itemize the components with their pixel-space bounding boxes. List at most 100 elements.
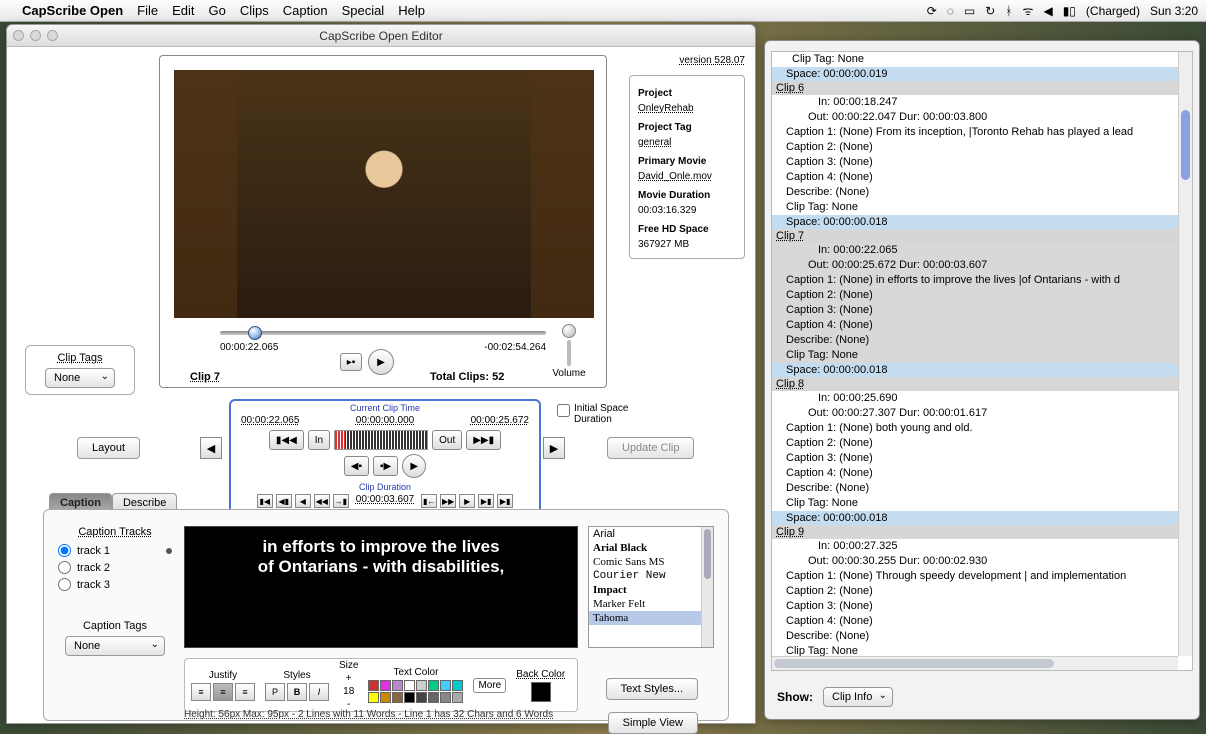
menu-caption[interactable]: Caption xyxy=(283,3,328,18)
out-button[interactable]: Out xyxy=(432,430,462,450)
clip-caption1[interactable]: Caption 1: (None) in efforts to improve … xyxy=(772,273,1178,288)
nudge-8[interactable]: ▶ xyxy=(459,494,475,508)
font-courier[interactable]: Courier New xyxy=(589,569,713,583)
step-back-button[interactable]: ◀▪ xyxy=(344,456,369,476)
clip-tags-select[interactable]: None xyxy=(45,368,115,388)
nudge-6[interactable]: ▮← xyxy=(421,494,437,508)
goto-start-button[interactable]: ▮◀◀ xyxy=(269,430,304,450)
statusbar-display-icon[interactable]: ▭ xyxy=(964,4,975,18)
nudge-4[interactable]: ◀◀ xyxy=(314,494,330,508)
clip-out-row[interactable]: Out: 00:00:22.047 Dur: 00:00:03.800 xyxy=(772,110,1178,125)
menu-clips[interactable]: Clips xyxy=(240,3,269,18)
timeline-slider[interactable] xyxy=(220,328,546,338)
style-bold[interactable]: B xyxy=(287,683,307,701)
nudge-2[interactable]: ◀▮ xyxy=(276,494,292,508)
menu-go[interactable]: Go xyxy=(209,3,226,18)
clip-in-row[interactable]: In: 00:00:27.325 xyxy=(772,539,1178,554)
clip-header[interactable]: Clip 9 xyxy=(772,525,1178,539)
nudge-9[interactable]: ▶▮ xyxy=(478,494,494,508)
clip-caption4[interactable]: Caption 4: (None) xyxy=(772,170,1178,185)
font-tahoma[interactable]: Tahoma xyxy=(589,611,713,625)
space-row[interactable]: Space: 00:00:00.018 xyxy=(772,215,1178,229)
track1-option[interactable]: track 1 xyxy=(58,544,172,557)
track2-radio[interactable] xyxy=(58,561,71,574)
step-fwd-button[interactable]: ▪▶ xyxy=(373,456,398,476)
caption-tags-select[interactable]: None xyxy=(65,636,165,656)
in-button[interactable]: In xyxy=(308,430,330,450)
statusbar-battery-icon[interactable]: ▮▯ xyxy=(1063,4,1076,18)
clip-caption2[interactable]: Caption 2: (None) xyxy=(772,288,1178,303)
nudge-1[interactable]: ▮◀ xyxy=(257,494,273,508)
font-arial-black[interactable]: Arial Black xyxy=(589,541,713,555)
next-clip-button[interactable]: ▶ xyxy=(543,437,565,459)
track3-radio[interactable] xyxy=(58,578,71,591)
size-plus[interactable]: + xyxy=(346,673,352,684)
statusbar-timemachine-icon[interactable]: ↻ xyxy=(985,4,995,18)
clip-header[interactable]: Clip 7 xyxy=(772,229,1178,243)
clip-out-row[interactable]: Out: 00:00:25.672 Dur: 00:00:03.607 xyxy=(772,258,1178,273)
waveform-view[interactable] xyxy=(334,430,428,450)
clip-describe[interactable]: Describe: (None) xyxy=(772,333,1178,348)
statusbar-sync-icon[interactable]: ⟳ xyxy=(927,4,937,18)
clip-header[interactable]: Clip 8 xyxy=(772,377,1178,391)
simple-view-button[interactable]: Simple View xyxy=(608,712,698,734)
text-color-swatches[interactable] xyxy=(368,680,463,703)
statusbar-clock[interactable]: Sun 3:20 xyxy=(1150,4,1198,18)
font-scrollbar[interactable] xyxy=(701,527,713,647)
clip-in-row[interactable]: In: 00:00:22.065 xyxy=(772,243,1178,258)
clip-describe[interactable]: Describe: (None) xyxy=(772,629,1178,644)
clip-caption3[interactable]: Caption 3: (None) xyxy=(772,599,1178,614)
step-button[interactable]: ▸▪ xyxy=(340,353,362,371)
font-arial[interactable]: Arial xyxy=(589,527,713,541)
clip-list-vscrollbar[interactable] xyxy=(1178,52,1192,656)
clip-caption3[interactable]: Caption 3: (None) xyxy=(772,451,1178,466)
volume-track[interactable] xyxy=(567,340,571,366)
statusbar-chat-icon[interactable]: ◌ xyxy=(947,4,954,18)
font-comic-sans[interactable]: Comic Sans MS xyxy=(589,555,713,569)
space-row[interactable]: Space: 00:00:00.018 xyxy=(772,511,1178,525)
track2-option[interactable]: track 2 xyxy=(58,561,172,574)
goto-end-button[interactable]: ▶▶▮ xyxy=(466,430,501,450)
menu-help[interactable]: Help xyxy=(398,3,425,18)
clip-detail-row[interactable]: Clip Tag: None xyxy=(772,52,1178,67)
statusbar-bluetooth-icon[interactable]: ᚼ xyxy=(1005,4,1012,18)
space-row[interactable]: Space: 00:00:00.018 xyxy=(772,363,1178,377)
clip-caption1[interactable]: Caption 1: (None) From its inception, |T… xyxy=(772,125,1178,140)
clip-caption2[interactable]: Caption 2: (None) xyxy=(772,584,1178,599)
track3-option[interactable]: track 3 xyxy=(58,578,172,591)
menu-edit[interactable]: Edit xyxy=(172,3,194,18)
clip-caption4[interactable]: Caption 4: (None) xyxy=(772,614,1178,629)
back-color-swatch[interactable] xyxy=(531,682,551,702)
nudge-5[interactable]: →▮ xyxy=(333,494,349,508)
clip-caption2[interactable]: Caption 2: (None) xyxy=(772,140,1178,155)
clip-tag-row[interactable]: Clip Tag: None xyxy=(772,200,1178,215)
clip-caption3[interactable]: Caption 3: (None) xyxy=(772,303,1178,318)
video-preview[interactable] xyxy=(174,70,594,318)
clip-header[interactable]: Clip 6 xyxy=(772,81,1178,95)
statusbar-volume-icon[interactable]: ◀ xyxy=(1043,4,1052,18)
initial-space-checkbox[interactable] xyxy=(557,404,570,417)
font-marker-felt[interactable]: Marker Felt xyxy=(589,597,713,611)
clip-caption1[interactable]: Caption 1: (None) Through speedy develop… xyxy=(772,569,1178,584)
clip-out-row[interactable]: Out: 00:00:30.255 Dur: 00:00:02.930 xyxy=(772,554,1178,569)
clip-caption4[interactable]: Caption 4: (None) xyxy=(772,318,1178,333)
clip-caption3[interactable]: Caption 3: (None) xyxy=(772,155,1178,170)
style-italic[interactable]: I xyxy=(309,683,329,701)
play-clip-button[interactable]: ▶ xyxy=(402,454,426,478)
nudge-10[interactable]: ▶▮ xyxy=(497,494,513,508)
show-select[interactable]: Clip Info xyxy=(823,687,893,707)
text-styles-button[interactable]: Text Styles... xyxy=(606,678,698,700)
nudge-3[interactable]: ◀ xyxy=(295,494,311,508)
space-row[interactable]: Space: 00:00:00.019 xyxy=(772,67,1178,81)
justify-left[interactable]: ≡ xyxy=(191,683,211,701)
style-plain[interactable]: P xyxy=(265,683,285,701)
clip-out-row[interactable]: Out: 00:00:27.307 Dur: 00:00:01.617 xyxy=(772,406,1178,421)
justify-right[interactable]: ≡ xyxy=(235,683,255,701)
prev-clip-button[interactable]: ◀ xyxy=(200,437,222,459)
clip-caption4[interactable]: Caption 4: (None) xyxy=(772,466,1178,481)
menu-file[interactable]: File xyxy=(137,3,158,18)
layout-button[interactable]: Layout xyxy=(77,437,140,459)
caption-text-editor[interactable]: in efforts to improve the lives of Ontar… xyxy=(184,526,578,648)
font-impact[interactable]: Impact xyxy=(589,583,713,597)
nudge-7[interactable]: ▶▶ xyxy=(440,494,456,508)
